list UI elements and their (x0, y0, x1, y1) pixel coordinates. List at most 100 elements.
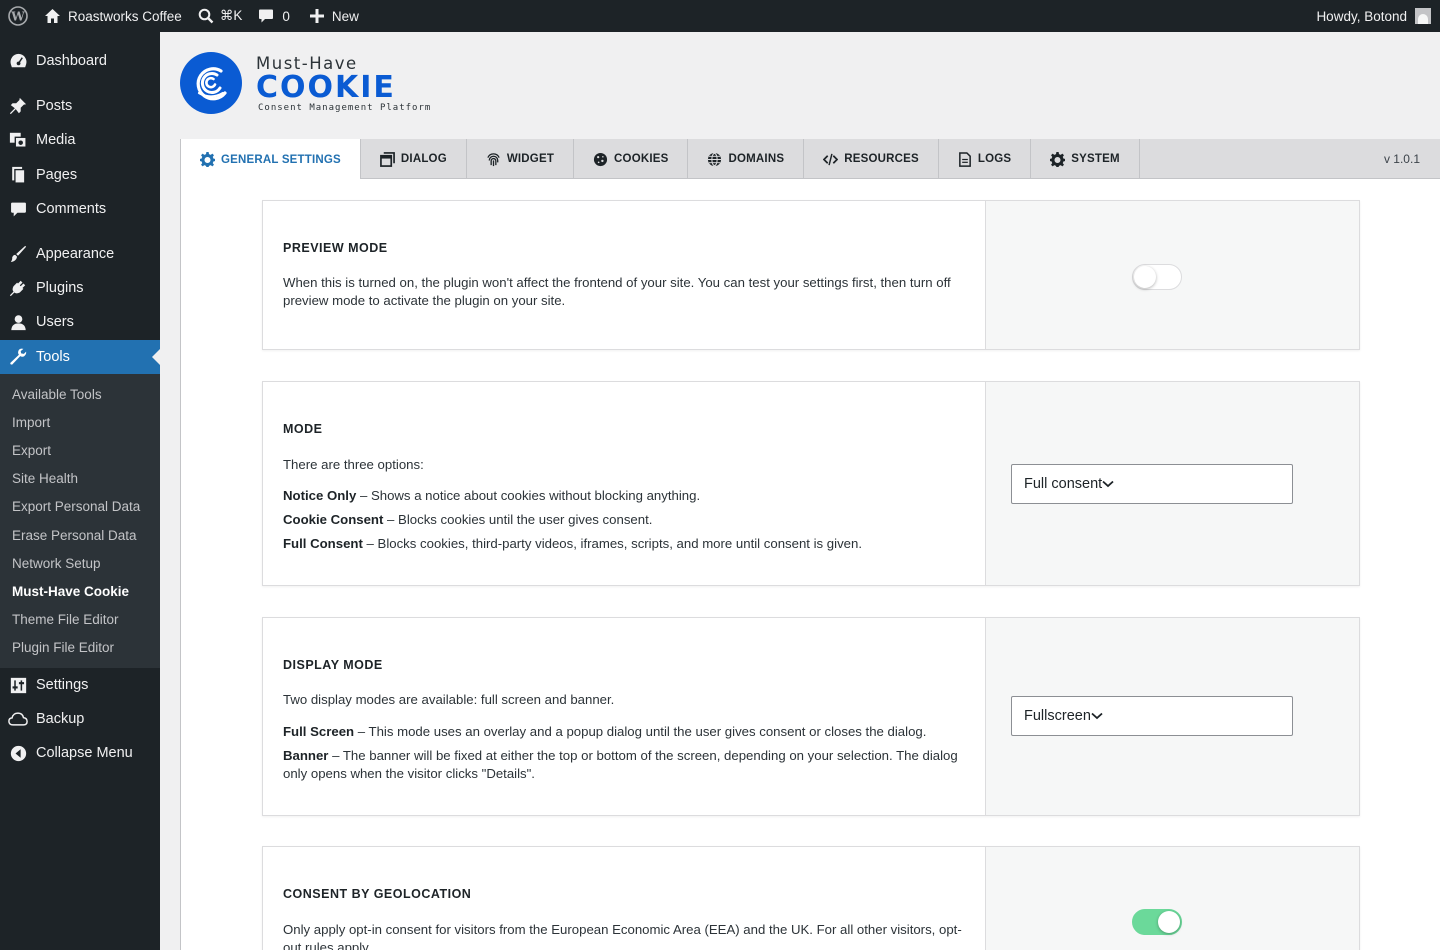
sidebar-item-plugins[interactable]: Plugins (0, 271, 160, 305)
mode-title: MODE (283, 422, 323, 436)
settings-panel: PREVIEW MODE When this is turned on, the… (180, 179, 1440, 950)
cloud-icon (0, 711, 36, 727)
tab-resources[interactable]: RESOURCES (804, 139, 939, 179)
pages-icon (0, 166, 36, 184)
tab-label: RESOURCES (844, 153, 919, 165)
tab-label: DOMAINS (728, 153, 785, 165)
tab-label: DIALOG (400, 153, 447, 165)
sidebar-item-settings[interactable]: Settings (0, 668, 160, 702)
collapse-icon (0, 745, 36, 762)
mode-intro: There are three options: (283, 457, 424, 472)
tab-cookies[interactable]: COOKIES (574, 139, 689, 179)
gear-icon (200, 152, 221, 167)
mode-option-full-consent: Full Consent – Blocks cookies, third-par… (283, 536, 862, 551)
command-search[interactable]: ⌘K (190, 0, 251, 32)
sidebar-item-label: Backup (36, 711, 85, 727)
comments-link[interactable]: 0 (250, 0, 298, 32)
submenu-item-export[interactable]: Export (12, 443, 51, 458)
submenu-item-export-personal-data[interactable]: Export Personal Data (12, 499, 140, 514)
pin-icon (0, 97, 36, 115)
tab-logs[interactable]: LOGS (939, 139, 1032, 179)
site-name-link[interactable]: Roastworks Coffee (36, 0, 190, 32)
display-mode-title: DISPLAY MODE (283, 658, 383, 672)
my-account[interactable]: Howdy, Botond (1308, 0, 1440, 32)
geolocation-control (986, 847, 1359, 950)
tab-label: SYSTEM (1071, 153, 1120, 165)
admin-bar: W Roastworks Coffee ⌘K 0 New Howdy, Boto… (0, 0, 1440, 32)
comments-count: 0 (282, 8, 290, 24)
submenu-item-erase-personal-data[interactable]: Erase Personal Data (12, 528, 137, 543)
tab-label: GENERAL SETTINGS (221, 153, 341, 166)
geolocation-info: CONSENT BY GEOLOCATION Only apply opt-in… (263, 847, 986, 950)
submenu-item-theme-file-editor[interactable]: Theme File Editor (12, 612, 119, 627)
sidebar-item-users[interactable]: Users (0, 305, 160, 339)
brush-icon (0, 245, 36, 263)
display-mode-control: Fullscreen (986, 618, 1359, 815)
plugin-version: v 1.0.1 (1383, 151, 1420, 166)
tab-general-settings[interactable]: GENERAL SETTINGS (180, 139, 361, 180)
gear-icon (1050, 151, 1071, 167)
logo-sub-text: Consent Management Platform (258, 102, 432, 113)
home-icon (44, 8, 61, 24)
wrench-icon (0, 348, 36, 366)
fingerprint-icon (486, 152, 507, 167)
sidebar-item-appearance[interactable]: Appearance (0, 237, 160, 271)
geolocation-toggle[interactable] (1132, 909, 1182, 935)
sidebar-item-label: Appearance (36, 246, 115, 262)
wordpress-logo-icon[interactable]: W (0, 0, 36, 32)
sidebar-item-label: Collapse Menu (36, 745, 133, 761)
display-mode-select[interactable]: Fullscreen (1011, 696, 1293, 736)
tab-domains[interactable]: DOMAINS (688, 139, 805, 179)
display-option-fullscreen: Full Screen – This mode uses an overlay … (283, 724, 927, 739)
chevron-down-icon (1091, 712, 1103, 720)
sidebar-item-dashboard[interactable]: Dashboard (0, 44, 160, 78)
preview-mode-description: When this is turned on, the plugin won't… (283, 275, 951, 308)
window-icon (380, 151, 401, 167)
sidebar-item-label: Dashboard (36, 53, 107, 69)
settings-tabs: GENERAL SETTINGS DIALOG WIDGET COOKIES D… (180, 139, 1440, 180)
sidebar-item-comments[interactable]: Comments (0, 192, 160, 226)
search-icon (198, 8, 214, 24)
geolocation-description: Only apply opt-in consent for visitors f… (283, 922, 962, 950)
sidebar-item-posts[interactable]: Posts (0, 89, 160, 123)
submenu-item-network-setup[interactable]: Network Setup (12, 556, 101, 571)
cookie-logo-icon (180, 52, 242, 114)
cookie-icon (593, 152, 614, 167)
submenu-item-must-have-cookie[interactable]: Must-Have Cookie (12, 584, 129, 599)
preview-mode-toggle[interactable] (1132, 264, 1182, 290)
geolocation-title: CONSENT BY GEOLOCATION (283, 887, 472, 901)
display-mode-info: DISPLAY MODE Two display modes are avail… (263, 618, 986, 815)
mode-select-value: Full consent (1024, 476, 1103, 492)
tab-widget[interactable]: WIDGET (467, 139, 575, 179)
media-icon (0, 131, 36, 149)
collapse-menu-button[interactable]: Collapse Menu (0, 736, 160, 770)
mode-option-notice: Notice Only – Shows a notice about cooki… (283, 488, 701, 503)
sidebar-item-backup[interactable]: Backup (0, 702, 160, 736)
submenu-item-available-tools[interactable]: Available Tools (12, 387, 102, 402)
submenu-item-import[interactable]: Import (12, 415, 50, 430)
sidebar-item-label: Comments (36, 201, 107, 217)
submenu-item-plugin-file-editor[interactable]: Plugin File Editor (12, 640, 114, 655)
sidebar-item-media[interactable]: Media (0, 123, 160, 157)
sidebar-item-pages[interactable]: Pages (0, 158, 160, 192)
mode-info: MODE There are three options: Notice Onl… (263, 382, 986, 585)
plug-icon (0, 279, 36, 297)
site-name: Roastworks Coffee (68, 8, 182, 24)
mode-select[interactable]: Full consent (1011, 464, 1293, 504)
new-content-link[interactable]: New (298, 0, 367, 32)
tab-system[interactable]: SYSTEM (1031, 139, 1140, 179)
user-icon (0, 314, 36, 331)
sidebar-item-tools[interactable]: Tools (0, 340, 160, 374)
toggle-knob (1158, 911, 1180, 933)
sidebar-item-label: Posts (36, 98, 73, 114)
tab-dialog[interactable]: DIALOG (361, 139, 467, 179)
sidebar-item-label: Pages (36, 167, 78, 183)
sidebar-item-label: Tools (36, 349, 70, 365)
logo-wordmark: Must-Have COOKIE Consent Management Plat… (256, 54, 431, 113)
avatar (1415, 8, 1431, 24)
mode-option-cookie-consent: Cookie Consent – Blocks cookies until th… (283, 512, 653, 527)
plugin-logo: Must-Have COOKIE Consent Management Plat… (180, 52, 431, 114)
tab-label: WIDGET (506, 153, 555, 165)
submenu-item-site-health[interactable]: Site Health (12, 471, 78, 486)
dashboard-icon (0, 52, 36, 71)
